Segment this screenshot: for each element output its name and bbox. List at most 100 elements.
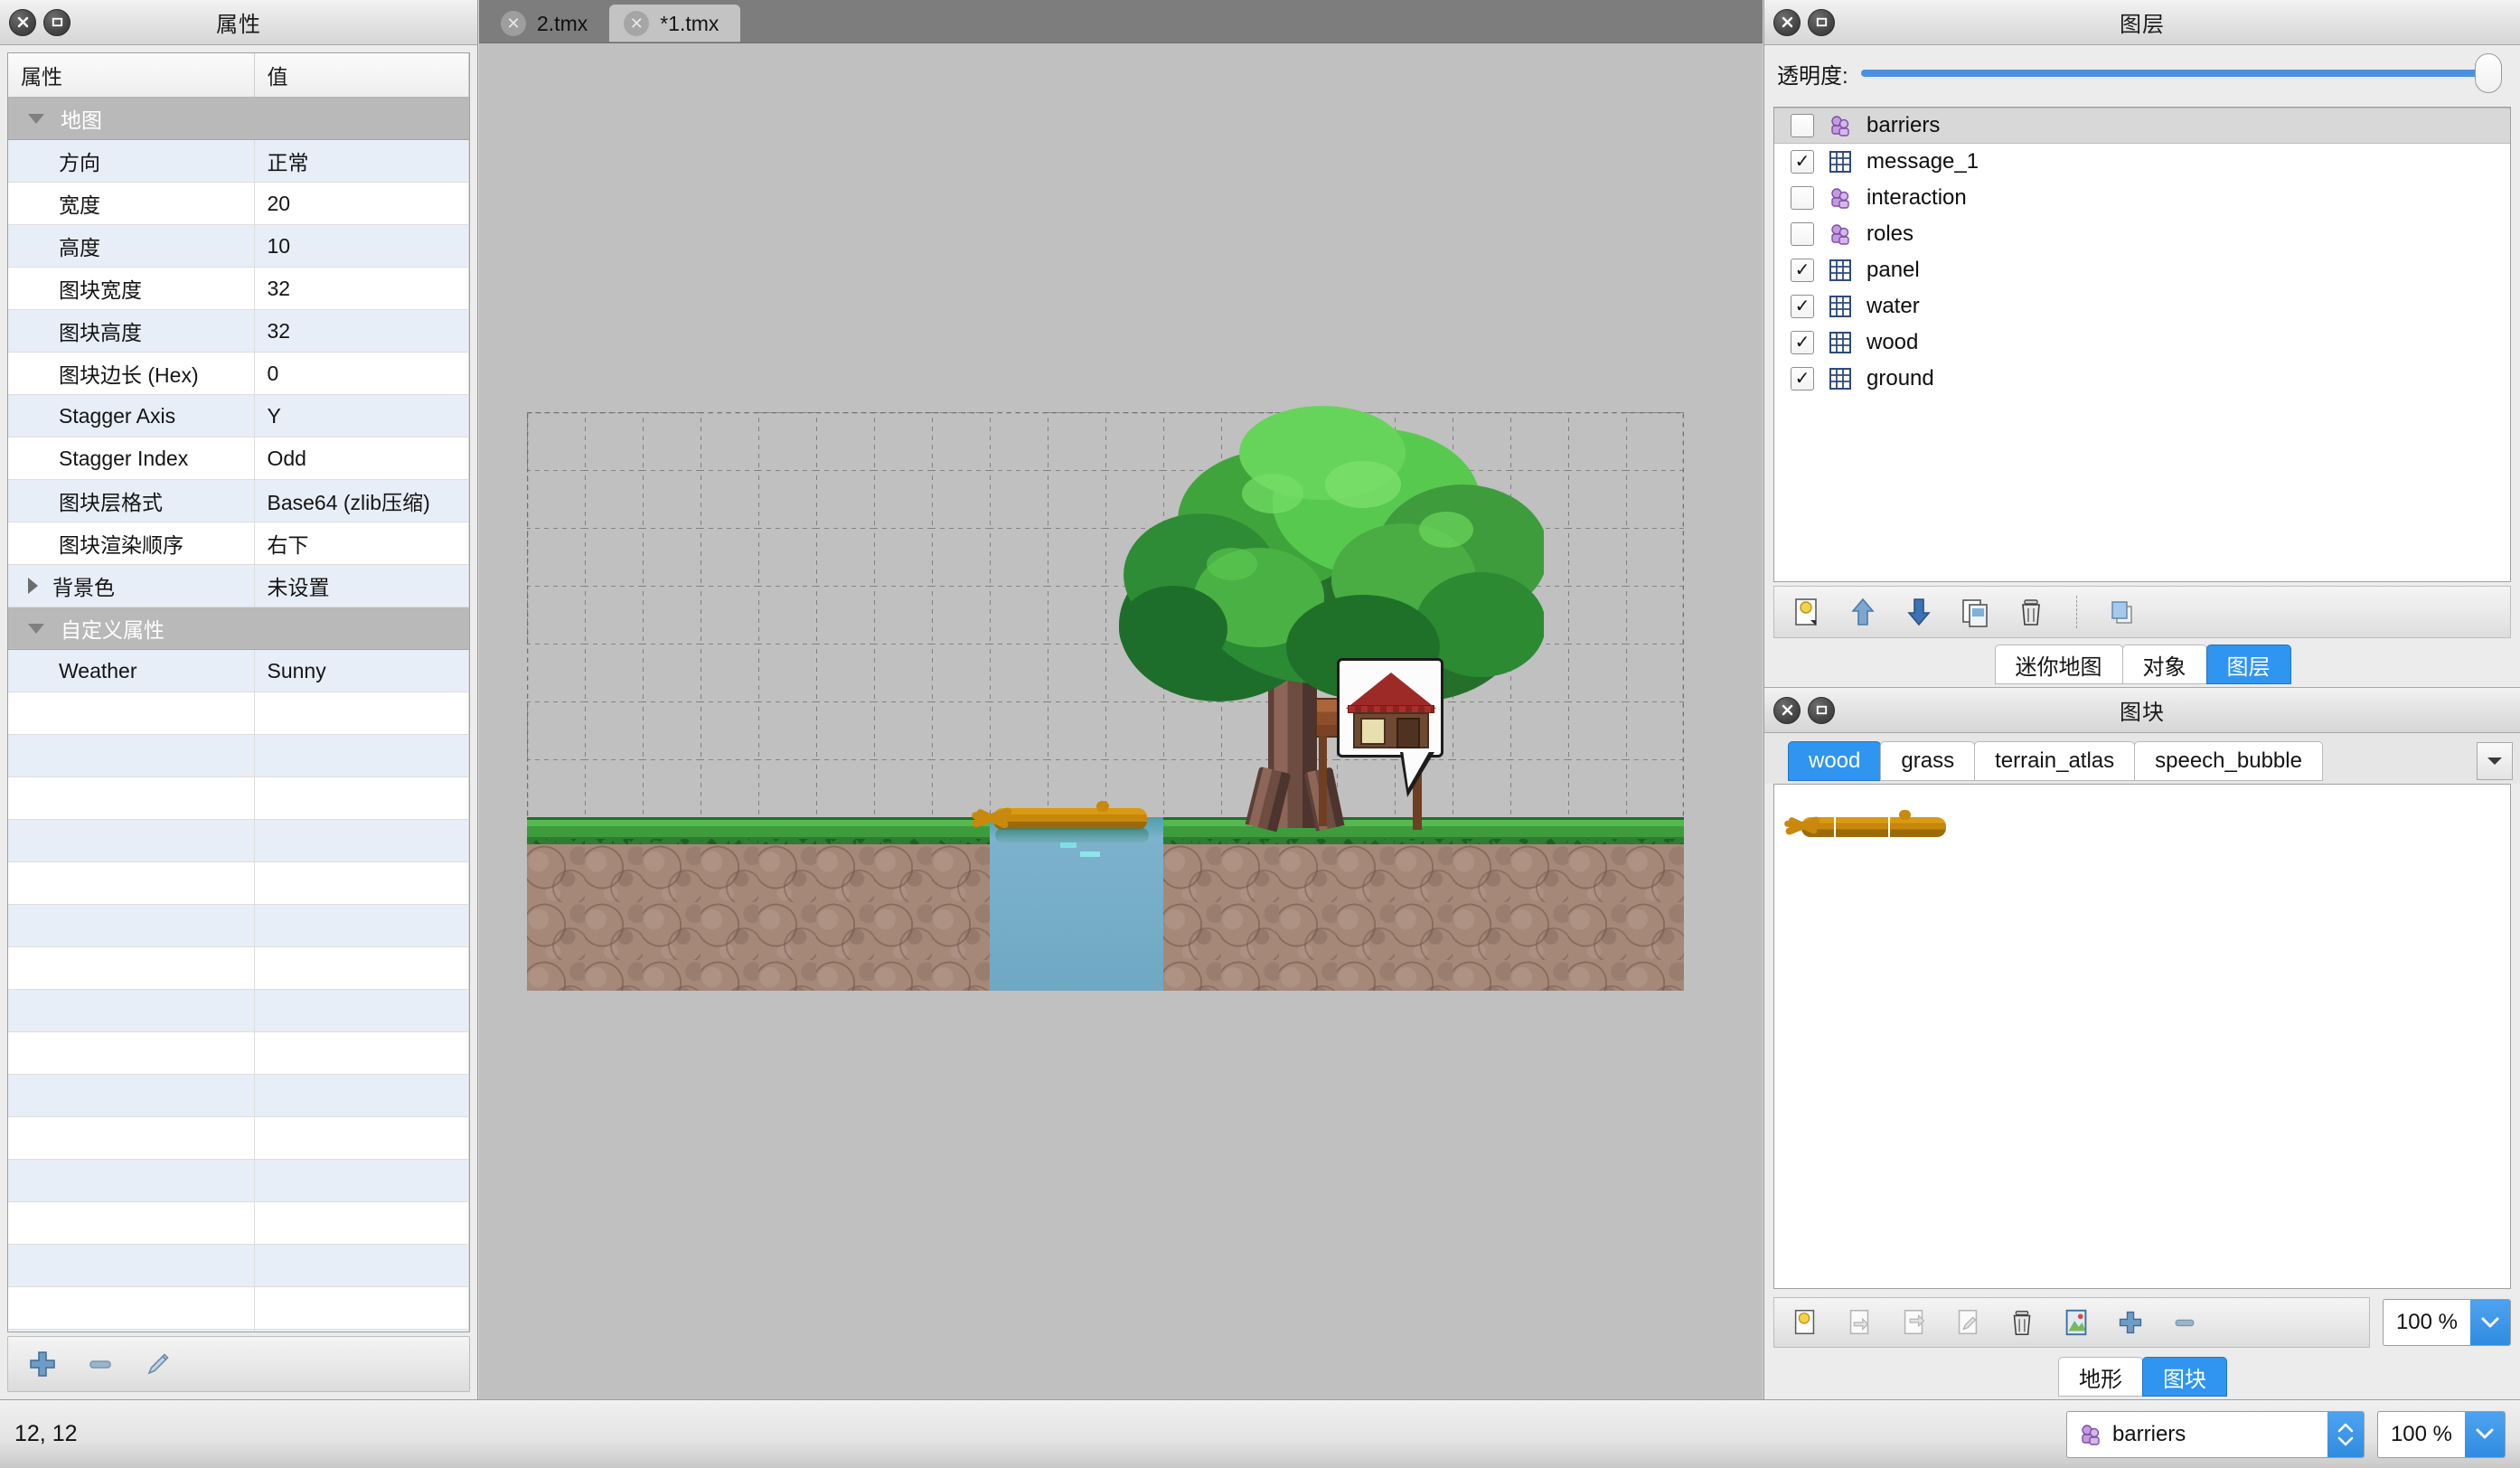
property-value-tile-layer-format[interactable]: Base64 (zlib压缩) (254, 479, 469, 522)
minus-icon[interactable] (2167, 1304, 2203, 1341)
float-icon[interactable] (1808, 696, 1835, 724)
chevron-down-icon[interactable] (28, 623, 44, 634)
tileset-tab-terrain_atlas[interactable]: terrain_atlas (1974, 741, 2136, 781)
property-value-tile-width[interactable]: 32 (254, 267, 469, 310)
new-tileset-icon[interactable] (1787, 1304, 1823, 1341)
property-name-stagger-axis: Stagger Axis (8, 394, 255, 438)
property-value-stagger-axis[interactable]: Y (254, 394, 469, 438)
property-value-width: 20 (254, 182, 469, 225)
layer-list[interactable]: barriers ✓ message_1 interaction roles ✓… (1773, 107, 2511, 582)
float-icon[interactable] (1808, 8, 1835, 36)
layer-row-ground[interactable]: ✓ ground (1774, 361, 2510, 397)
tileset-tile-grid[interactable] (1773, 784, 2511, 1289)
tileset-tab-speech_bubble[interactable]: speech_bubble (2134, 741, 2323, 781)
export-icon[interactable] (1895, 1304, 1932, 1341)
property-value-weather[interactable]: Sunny (254, 649, 469, 692)
tab-tiles[interactable]: 图块 (2142, 1357, 2227, 1397)
duplicate-icon[interactable] (1957, 594, 1993, 630)
opacity-slider[interactable] (1860, 53, 2502, 93)
status-bar-right: barriers 100 % (2065, 1410, 2520, 1458)
property-group-custom[interactable]: 自定义属性 (8, 607, 469, 650)
property-value-background-color[interactable]: 未设置 (254, 564, 469, 607)
new-layer-icon[interactable] (1789, 594, 1825, 630)
tile-layer-icon (1827, 365, 1854, 392)
close-icon[interactable] (1773, 8, 1801, 36)
layer-row-wood[interactable]: ✓ wood (1774, 325, 2510, 361)
layer-visibility-checkbox[interactable]: ✓ (1791, 331, 1814, 354)
tileset-tile-log[interactable] (1783, 805, 1955, 855)
properties-table-container[interactable]: 属性 值 地图 方向 正常 宽度 20 高度 10 图块宽度 32 图块高度 3… (7, 52, 470, 1332)
trash-icon[interactable] (2013, 594, 2049, 630)
current-layer-combo[interactable]: barriers (2065, 1410, 2365, 1458)
property-value-tile-height[interactable]: 32 (254, 309, 469, 353)
layer-name: panel (1866, 258, 1920, 282)
chevron-down-icon[interactable] (2465, 1411, 2505, 1457)
chevron-down-icon[interactable] (28, 113, 44, 124)
layer-visibility-checkbox[interactable] (1791, 114, 1814, 137)
copy-layer-icon[interactable] (2104, 594, 2140, 630)
property-value-orientation[interactable]: 正常 (254, 139, 469, 183)
trash-icon[interactable] (2004, 1304, 2040, 1341)
tileset-tab-grass[interactable]: grass (1880, 741, 1976, 781)
plus-icon[interactable] (2112, 1304, 2149, 1341)
table-filler-row (8, 1116, 469, 1160)
tab-minimap[interactable]: 迷你地图 (1994, 645, 2123, 684)
property-value-tile-render-order[interactable]: 右下 (254, 522, 469, 565)
layer-visibility-checkbox[interactable]: ✓ (1791, 367, 1814, 391)
arrow-up-icon[interactable] (1845, 594, 1881, 630)
close-icon[interactable] (1773, 696, 1801, 724)
edit-tileset-icon[interactable] (1950, 1304, 1986, 1341)
tab-objects[interactable]: 对象 (2121, 645, 2207, 684)
layer-row-panel[interactable]: ✓ panel (1774, 252, 2510, 288)
layer-visibility-checkbox[interactable] (1791, 222, 1814, 246)
import-icon[interactable] (1841, 1304, 1877, 1341)
tab-terrain[interactable]: 地形 (2058, 1357, 2143, 1397)
water-sparkle (1060, 841, 1142, 864)
tilesets-panel-title: 图块 (2120, 701, 2165, 725)
tab-layers[interactable]: 图层 (2205, 645, 2291, 684)
properties-table-header: 属性 值 (8, 53, 469, 98)
plus-icon[interactable] (24, 1346, 61, 1382)
layer-row-barriers[interactable]: barriers (1774, 108, 2510, 144)
property-value-hex-side-length[interactable]: 0 (254, 352, 469, 395)
layer-row-roles[interactable]: roles (1774, 216, 2510, 252)
image-icon[interactable] (2058, 1304, 2094, 1341)
layer-row-interaction[interactable]: interaction (1774, 180, 2510, 216)
properties-table-body: 地图 方向 正常 宽度 20 高度 10 图块宽度 32 图块高度 32 图块边长 (He… (8, 97, 469, 1332)
map-zoom-combo[interactable]: 100 % (2376, 1410, 2506, 1458)
close-icon[interactable] (9, 8, 36, 36)
layer-row-water[interactable]: ✓ water (1774, 288, 2510, 325)
log-knot (1899, 810, 1911, 820)
chevron-down-icon[interactable] (2477, 742, 2513, 780)
document-tab-1tmx[interactable]: ✕ *1.tmx (609, 5, 741, 42)
minus-icon[interactable] (82, 1346, 118, 1382)
status-coordinates: 12, 12 (14, 1421, 78, 1446)
close-icon[interactable]: ✕ (624, 11, 650, 36)
layer-row-message_1[interactable]: ✓ message_1 (1774, 144, 2510, 180)
property-group-map[interactable]: 地图 (8, 97, 469, 140)
grass-top (527, 817, 990, 844)
tilesets-bottom-tabs: 地形 图块 (1764, 1350, 2520, 1399)
opacity-slider-handle[interactable] (2475, 53, 2502, 93)
arrow-down-icon[interactable] (1901, 594, 1937, 630)
document-tab-2tmx[interactable]: ✕ 2.tmx (486, 5, 610, 42)
ground-left (527, 817, 990, 991)
chevron-down-icon[interactable] (2470, 1300, 2510, 1345)
property-group-custom-label: 自定义属性 (61, 618, 165, 642)
spinner-updown-icon[interactable] (2327, 1411, 2364, 1457)
ground-right (1163, 817, 1684, 991)
pencil-icon[interactable] (140, 1346, 176, 1382)
tileset-tab-wood[interactable]: wood (1788, 741, 1882, 781)
tree-canopy (1119, 406, 1544, 701)
tileset-zoom-combo[interactable]: 100 % (2382, 1299, 2511, 1346)
property-value-stagger-index[interactable]: Odd (254, 437, 469, 480)
close-icon[interactable]: ✕ (501, 11, 526, 36)
chevron-right-icon[interactable] (28, 578, 38, 594)
layer-visibility-checkbox[interactable]: ✓ (1791, 259, 1814, 282)
float-icon[interactable] (43, 8, 71, 36)
map-canvas[interactable] (479, 43, 1763, 1399)
layer-visibility-checkbox[interactable]: ✓ (1791, 150, 1814, 174)
layer-visibility-checkbox[interactable]: ✓ (1791, 295, 1814, 318)
layer-visibility-checkbox[interactable] (1791, 186, 1814, 210)
map-content[interactable] (527, 406, 1684, 991)
